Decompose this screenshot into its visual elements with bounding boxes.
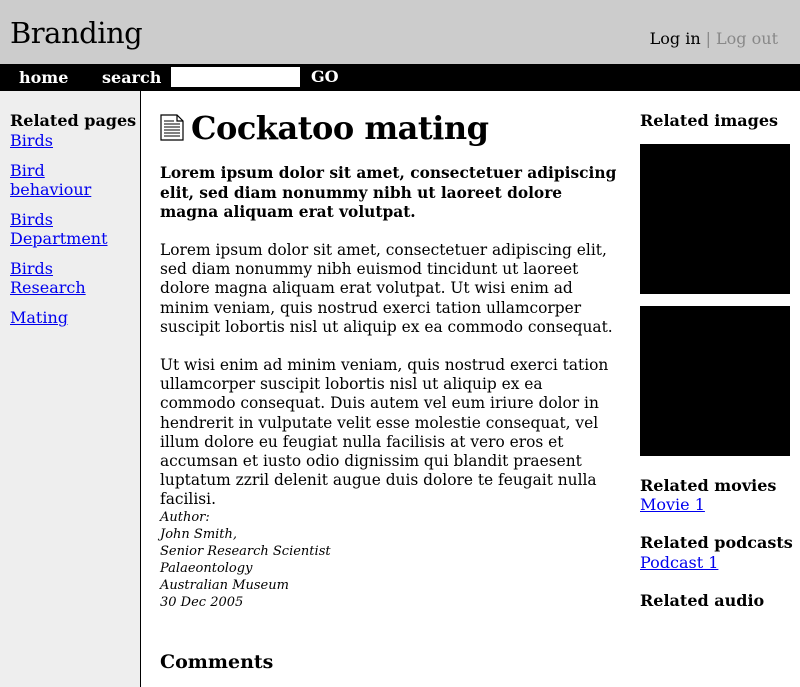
related-podcasts-heading: Related podcasts [640, 533, 793, 552]
nav-search-link[interactable]: search [102, 68, 161, 87]
related-pages-heading: Related pages [10, 111, 137, 130]
movie-1-link[interactable]: Movie 1 [640, 495, 705, 514]
brand-logo[interactable]: Branding [10, 15, 143, 51]
podcast-1-link[interactable]: Podcast 1 [640, 553, 718, 572]
main-nav: home search GO [0, 64, 800, 91]
document-icon [160, 114, 184, 141]
left-sidebar: Related pages Birds Bird behaviour Birds… [0, 91, 141, 687]
related-movies-heading: Related movies [640, 476, 777, 495]
author-block: Author: John Smith, Senior Research Scie… [160, 509, 331, 611]
list-item: Birds [10, 131, 130, 151]
related-page-birds-department-link[interactable]: Birds Department [10, 210, 108, 249]
related-page-birds-link[interactable]: Birds [10, 131, 53, 150]
author-organisation: Australian Museum [160, 578, 289, 593]
go-button[interactable]: GO [304, 67, 344, 87]
related-page-bird-behaviour-link[interactable]: Bird behaviour [10, 161, 91, 200]
auth-separator: | [705, 29, 712, 48]
author-department: Palaeontology [160, 561, 253, 576]
comments-heading: Comments [160, 651, 274, 673]
search-input[interactable] [171, 67, 300, 87]
author-name: John Smith, [160, 527, 238, 542]
logout-link[interactable]: Log out [716, 29, 778, 48]
body-paragraph-1: Lorem ipsum dolor sit amet, consectetuer… [160, 241, 613, 336]
related-image-1[interactable] [640, 144, 790, 294]
list-item: Bird behaviour [10, 161, 130, 200]
related-audio-heading: Related audio [640, 591, 765, 610]
list-item: Birds Department [10, 210, 130, 249]
author-role: Senior Research Scientist [160, 544, 331, 559]
lead-paragraph: Lorem ipsum dolor sit amet, consectetuer… [160, 164, 617, 221]
title-row: Cockatoo mating [160, 111, 620, 145]
author-date: 30 Dec 2005 [160, 595, 244, 610]
list-item: Mating [10, 308, 130, 328]
related-image-2[interactable] [640, 306, 790, 456]
related-pages-list: Birds Bird behaviour Birds Department Bi… [10, 131, 130, 337]
author-label: Author: [160, 510, 210, 525]
list-item: Birds Research [10, 259, 130, 298]
nav-home-link[interactable]: home [19, 68, 68, 87]
related-images-heading: Related images [640, 111, 778, 130]
page-title: Cockatoo mating [191, 109, 489, 147]
body-paragraph-2: Ut wisi enim ad minim veniam, quis nostr… [160, 356, 609, 509]
related-page-birds-research-link[interactable]: Birds Research [10, 259, 86, 298]
site-header: Branding Log in | Log out [0, 0, 800, 64]
related-page-mating-link[interactable]: Mating [10, 308, 68, 327]
login-link[interactable]: Log in [650, 29, 701, 48]
auth-links: Log in | Log out [650, 29, 778, 49]
